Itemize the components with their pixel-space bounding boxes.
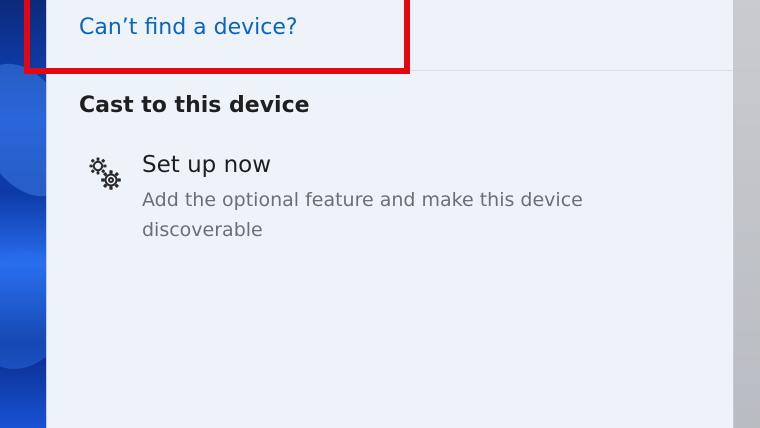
gears-icon xyxy=(85,154,125,194)
desktop-wallpaper xyxy=(0,0,50,428)
cast-flyout-panel: Can’t find a device? Cast to this device xyxy=(46,0,734,428)
flyout-top-section: Can’t find a device? xyxy=(47,0,733,70)
set-up-now-title: Set up now xyxy=(142,152,272,178)
set-up-now-description: Add the optional feature and make this d… xyxy=(142,189,583,241)
cast-to-this-device-heading: Cast to this device xyxy=(79,93,310,118)
screen: Can’t find a device? Cast to this device xyxy=(0,0,760,428)
set-up-now-item[interactable]: Set up now Add the optional feature and … xyxy=(79,148,699,248)
cant-find-device-link[interactable]: Can’t find a device? xyxy=(79,15,298,40)
background-area xyxy=(734,0,760,428)
section-divider xyxy=(47,70,733,71)
